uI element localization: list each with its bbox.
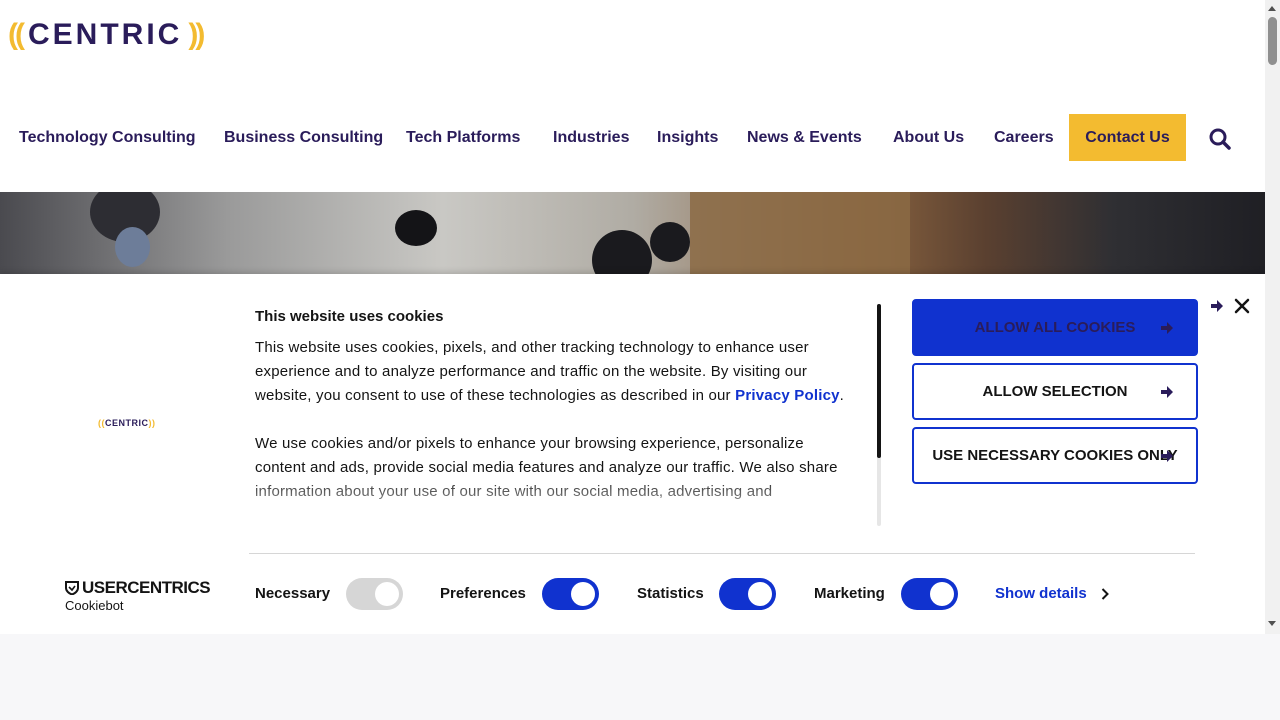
arrow-right-icon: [1161, 386, 1173, 398]
cookie-centric-logo: ((CENTRIC)): [98, 418, 156, 428]
centric-logo[interactable]: (( CENTRIC )): [8, 18, 205, 52]
nav-item-news-events[interactable]: News & Events: [747, 114, 862, 161]
use-necessary-cookies-button[interactable]: USE NECESSARY COOKIES ONLY: [912, 427, 1198, 484]
nav-item-technology-consulting[interactable]: Technology Consulting: [19, 114, 196, 161]
nav-item-about-us[interactable]: About Us: [893, 114, 964, 161]
search-icon[interactable]: [1208, 127, 1232, 151]
toggle-label-preferences: Preferences: [440, 585, 526, 602]
toggle-label-marketing: Marketing: [814, 585, 885, 602]
contact-us-button[interactable]: Contact Us: [1069, 114, 1186, 161]
arrow-right-icon: [1211, 300, 1223, 312]
logo-left-paren: ((: [8, 18, 25, 51]
show-details-link[interactable]: Show details: [995, 585, 1109, 602]
chevron-right-icon: [1101, 587, 1109, 600]
nav-item-industries[interactable]: Industries: [553, 114, 629, 161]
toggle-marketing[interactable]: [901, 578, 958, 610]
privacy-policy-link[interactable]: Privacy Policy: [735, 387, 840, 404]
page-scrollbar[interactable]: [1265, 0, 1280, 634]
usercentrics-cookiebot-logo[interactable]: USERCENTRICS Cookiebot: [65, 578, 211, 613]
toggle-necessary: [346, 578, 403, 610]
nav-item-insights[interactable]: Insights: [657, 114, 718, 161]
scroll-thumb[interactable]: [1268, 17, 1277, 65]
logo-right-paren: )): [188, 18, 205, 51]
allow-all-cookies-button[interactable]: ALLOW ALL COOKIES: [912, 299, 1198, 356]
close-icon[interactable]: [1233, 297, 1251, 315]
hero-image: [0, 192, 1265, 274]
cookie-divider: [249, 553, 1195, 554]
nav-item-tech-platforms[interactable]: Tech Platforms: [406, 114, 520, 161]
cookie-banner: ((CENTRIC)) This website uses cookies Th…: [0, 274, 1265, 634]
arrow-right-icon: [1161, 450, 1173, 462]
toggle-statistics[interactable]: [719, 578, 776, 610]
cookie-paragraph-2: We use cookies and/or pixels to enhance …: [255, 435, 838, 500]
scroll-down-icon[interactable]: [1268, 621, 1276, 626]
allow-selection-button[interactable]: ALLOW SELECTION: [912, 363, 1198, 420]
toggle-label-necessary: Necessary: [255, 585, 331, 602]
nav-item-careers[interactable]: Careers: [994, 114, 1054, 161]
main-nav: Technology Consulting Business Consultin…: [0, 114, 1265, 161]
cookie-paragraph-1: This website uses cookies, pixels, and o…: [255, 339, 845, 404]
toggle-label-statistics: Statistics: [637, 585, 704, 602]
cookie-text-scrollbar[interactable]: [877, 304, 881, 526]
page: (( CENTRIC )) Technology Consulting Busi…: [0, 0, 1265, 634]
toggle-preferences[interactable]: [542, 578, 599, 610]
cookie-description: This website uses cookies, pixels, and o…: [255, 336, 855, 526]
nav-item-business-consulting[interactable]: Business Consulting: [224, 114, 383, 161]
logo-word: CENTRIC: [27, 18, 183, 51]
shield-icon: [65, 581, 79, 595]
scroll-up-icon[interactable]: [1268, 6, 1276, 11]
cookie-heading: This website uses cookies: [255, 308, 444, 325]
arrow-right-icon: [1161, 322, 1173, 334]
